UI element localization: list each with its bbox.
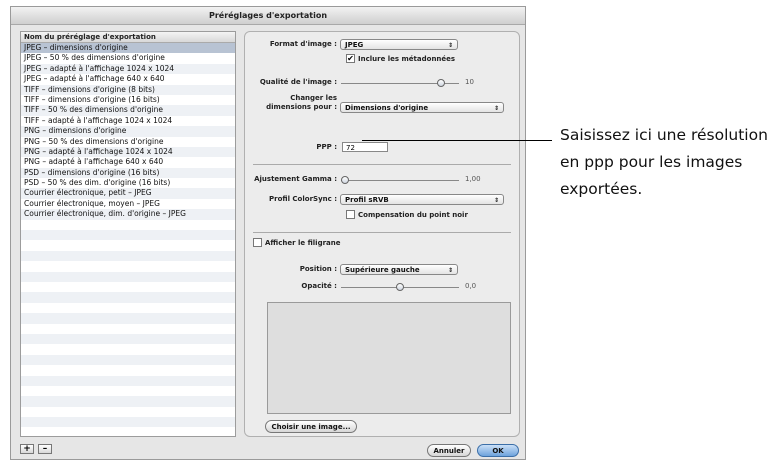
empty-list-row <box>21 292 235 303</box>
opacity-slider-knob[interactable] <box>396 283 404 291</box>
empty-list-row <box>21 417 235 428</box>
resize-popup[interactable]: Dimensions d'origine ⇕ <box>340 102 504 113</box>
popup-arrows-icon: ⇕ <box>447 267 453 274</box>
preset-list-item[interactable]: PNG – dimensions d'origine <box>21 126 235 137</box>
popup-arrows-icon: ⇕ <box>447 42 453 49</box>
empty-list-row <box>21 302 235 314</box>
format-value: JPEG <box>345 41 364 49</box>
callout-line <box>362 140 552 141</box>
cancel-button[interactable]: Annuler <box>427 444 471 457</box>
opacity-value: 0,0 <box>465 282 477 290</box>
empty-list-row <box>21 375 235 386</box>
preset-list-item[interactable]: JPEG – adapté à l'affichage 640 x 640 <box>21 74 235 85</box>
add-preset-button[interactable]: + <box>20 444 34 454</box>
export-presets-window: Préréglages d'exportation Nom du prérégl… <box>10 6 526 460</box>
preset-list-item[interactable]: TIFF – 50 % des dimensions d'origine <box>21 105 235 116</box>
callout-text: Saisissez ici une résolution en ppp pour… <box>560 126 768 198</box>
dpi-field[interactable]: 72 <box>342 142 388 152</box>
position-value: Supérieure gauche <box>345 266 420 274</box>
colorsync-value: Profil sRVB <box>345 196 389 204</box>
empty-list-row <box>21 406 235 418</box>
watermark-label: Afficher le filigrane <box>265 239 341 247</box>
empty-list-row <box>21 323 235 334</box>
quality-value: 10 <box>465 78 474 86</box>
preset-list-item[interactable]: JPEG – 50 % des dimensions d'origine <box>21 53 235 64</box>
popup-arrows-icon: ⇕ <box>493 197 499 204</box>
resize-label-line1: Changer les <box>290 94 337 102</box>
preset-list-item[interactable]: TIFF – adapté à l'affichage 1024 x 1024 <box>21 115 235 127</box>
preset-list-item[interactable]: JPEG – adapté à l'affichage 1024 x 1024 <box>21 63 235 75</box>
gamma-slider-knob[interactable] <box>341 176 349 184</box>
black-point-label: Compensation du point noir <box>358 211 468 219</box>
empty-list-row <box>21 281 235 293</box>
preset-list-header[interactable]: Nom du préréglage d'exportation <box>21 32 235 43</box>
empty-list-row <box>21 219 235 231</box>
empty-list-row <box>21 240 235 251</box>
preset-list-item[interactable]: TIFF – dimensions d'origine (16 bits) <box>21 94 235 106</box>
colorsync-label: Profil ColorSync : <box>269 195 337 203</box>
watermark-image-well[interactable] <box>267 302 511 414</box>
empty-list-row <box>21 313 235 324</box>
empty-list-row <box>21 427 235 436</box>
resize-value: Dimensions d'origine <box>345 104 429 112</box>
include-metadata-label: Inclure les métadonnées <box>358 55 456 63</box>
empty-list-row <box>21 385 235 397</box>
empty-list-row <box>21 354 235 366</box>
preset-list-item[interactable]: Courrier électronique, dim. d'origine – … <box>21 209 235 220</box>
empty-list-row <box>21 261 235 272</box>
separator <box>253 164 511 165</box>
position-popup[interactable]: Supérieure gauche ⇕ <box>340 264 458 275</box>
empty-list-row <box>21 365 235 376</box>
ok-button[interactable]: OK <box>477 444 519 457</box>
preset-list-item[interactable]: PNG – adapté à l'affichage 1024 x 1024 <box>21 146 235 158</box>
empty-list-row <box>21 333 235 345</box>
empty-list-row <box>21 271 235 282</box>
black-point-checkbox[interactable] <box>346 210 355 219</box>
preset-list-item[interactable]: JPEG – dimensions d'origine <box>21 43 235 54</box>
separator <box>253 232 511 233</box>
gamma-label: Ajustement Gamma : <box>254 175 337 183</box>
quality-label: Qualité de l'image : <box>259 78 337 86</box>
preset-list-item[interactable]: PSD – 50 % des dim. d'origine (16 bits) <box>21 178 235 189</box>
window-title: Préréglages d'exportation <box>11 7 525 25</box>
dpi-label: PPP : <box>316 143 337 151</box>
quality-slider-knob[interactable] <box>437 79 445 87</box>
format-label: Format d'image : <box>269 40 337 48</box>
empty-list-row <box>21 250 235 262</box>
preset-list-item[interactable]: PNG – 50 % des dimensions d'origine <box>21 136 235 147</box>
gamma-slider-track[interactable] <box>341 180 459 181</box>
include-metadata-checkbox[interactable]: ✔ <box>346 54 355 63</box>
gamma-value: 1,00 <box>465 175 481 183</box>
watermark-checkbox[interactable] <box>253 238 262 247</box>
empty-list-row <box>21 344 235 355</box>
empty-list-row <box>21 396 235 407</box>
preset-list-item[interactable]: Courrier électronique, petit – JPEG <box>21 188 235 199</box>
popup-arrows-icon: ⇕ <box>493 105 499 112</box>
position-label: Position : <box>299 265 337 273</box>
preset-list[interactable]: Nom du préréglage d'exportation JPEG – d… <box>20 31 236 437</box>
empty-list-row <box>21 230 235 241</box>
preset-list-item[interactable]: PNG – adapté à l'affichage 640 x 640 <box>21 157 235 168</box>
preset-list-item[interactable]: Courrier électronique, moyen – JPEG <box>21 198 235 210</box>
format-popup[interactable]: JPEG ⇕ <box>340 39 458 50</box>
remove-preset-button[interactable]: – <box>38 444 52 454</box>
opacity-label: Opacité : <box>301 282 337 290</box>
preset-list-item[interactable]: PSD – dimensions d'origine (16 bits) <box>21 167 235 179</box>
preset-list-item[interactable]: TIFF – dimensions d'origine (8 bits) <box>21 84 235 95</box>
settings-panel: Format d'image : JPEG ⇕ ✔ Inclure les mé… <box>244 31 520 437</box>
resize-label-line2: dimensions pour : <box>266 103 337 111</box>
choose-image-button[interactable]: Choisir une image... <box>265 420 357 433</box>
colorsync-popup[interactable]: Profil sRVB ⇕ <box>340 194 504 205</box>
